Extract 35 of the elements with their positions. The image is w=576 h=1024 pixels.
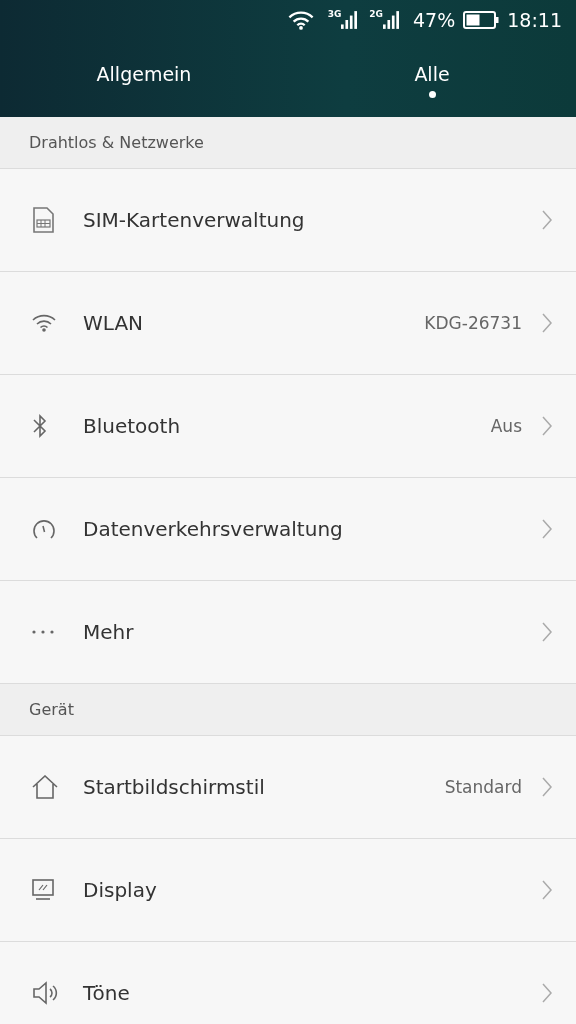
settings-row[interactable]: Töne — [0, 942, 576, 1024]
wifi-icon — [32, 314, 56, 332]
settings-row[interactable]: Bluetooth Aus — [0, 375, 576, 478]
settings-row[interactable]: Datenverkehrsverwaltung — [0, 478, 576, 581]
section-header: Drahtlos & Netzwerke — [0, 117, 576, 169]
chevron-icon — [542, 777, 552, 797]
chevron-icon — [542, 622, 552, 642]
chevron-icon — [542, 416, 552, 436]
network-type: 3G — [327, 9, 342, 19]
settings-row[interactable]: WLAN KDG-26731 — [0, 272, 576, 375]
wifi-icon — [287, 10, 314, 30]
settings-row[interactable]: SIM-Kartenverwaltung — [0, 169, 576, 272]
tab[interactable]: Allgemein — [0, 40, 288, 117]
home-icon — [32, 775, 58, 799]
section-header: Gerät — [0, 684, 576, 736]
speaker-icon — [32, 981, 58, 1005]
more-icon — [32, 630, 54, 634]
monitor-icon — [32, 879, 54, 901]
network-type: 2G — [369, 9, 383, 19]
clock: 18:11 — [507, 9, 562, 31]
signal-icon — [383, 11, 399, 29]
chevron-icon — [542, 519, 552, 539]
battery-percent: 47% — [413, 9, 456, 31]
settings-row[interactable]: Startbildschirmstil Standard — [0, 736, 576, 839]
chevron-icon — [542, 983, 552, 1003]
sim-card-icon — [32, 207, 54, 233]
chevron-icon — [542, 210, 552, 230]
chevron-icon — [542, 313, 552, 333]
signal-icon — [341, 11, 358, 29]
chevron-icon — [542, 880, 552, 900]
settings-row[interactable]: Display — [0, 839, 576, 942]
tab[interactable]: Alle — [288, 40, 576, 117]
battery-icon — [463, 11, 500, 29]
bluetooth-icon — [32, 414, 48, 438]
gauge-icon — [32, 518, 56, 540]
